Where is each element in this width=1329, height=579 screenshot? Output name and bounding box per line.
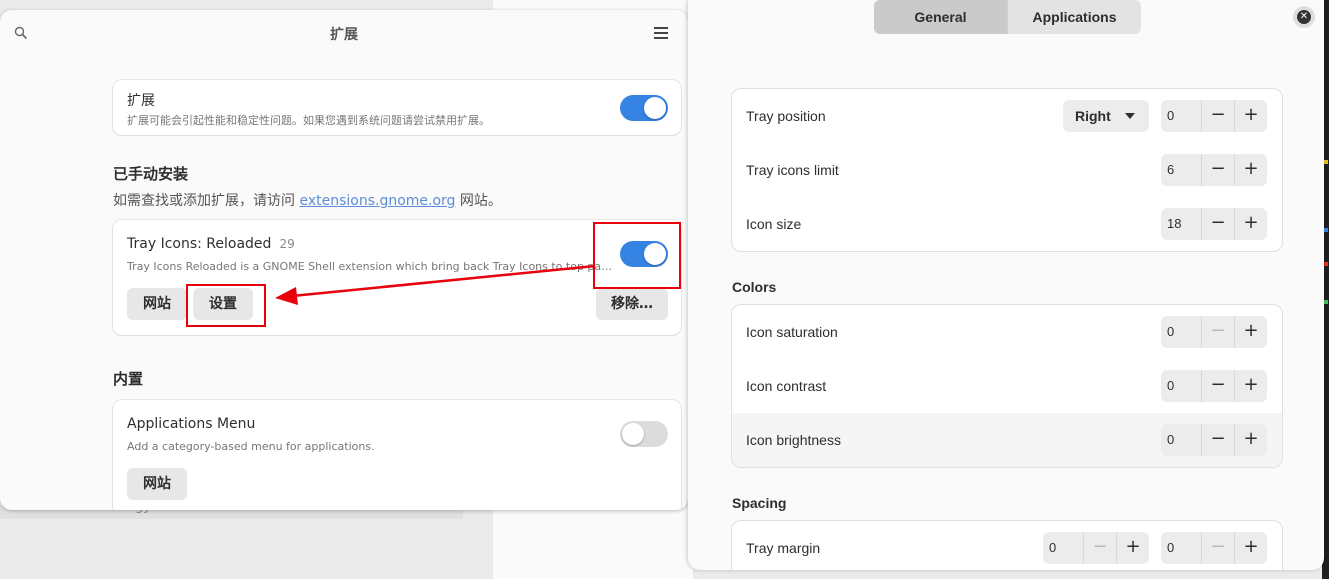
spacing-group: Tray margin 0 − + 0 − + bbox=[732, 521, 1282, 570]
manual-section-hint: 如需查找或添加扩展，请访问 extensions.gnome.org 网站。 bbox=[113, 190, 502, 210]
row-icon-saturation: Icon saturation 0 − + bbox=[732, 305, 1282, 359]
increment-button[interactable]: + bbox=[1234, 370, 1267, 402]
spin-value[interactable]: 0 bbox=[1043, 532, 1083, 564]
chevron-down-icon bbox=[1125, 113, 1135, 119]
extension-description: Add a category-based menu for applicatio… bbox=[127, 440, 375, 453]
decrement-button[interactable]: − bbox=[1201, 424, 1234, 456]
increment-button[interactable]: + bbox=[1234, 424, 1267, 456]
decrement-button[interactable]: − bbox=[1201, 208, 1234, 240]
decrement-button[interactable]: − bbox=[1201, 532, 1234, 564]
row-label: Icon brightness bbox=[746, 432, 841, 448]
general-group: Tray position Right 0 − + Tray icons lim… bbox=[732, 89, 1282, 251]
extension-version: 29 bbox=[279, 237, 295, 251]
increment-button[interactable]: + bbox=[1234, 532, 1267, 564]
increment-button[interactable]: + bbox=[1234, 208, 1267, 240]
row-icon-contrast: Icon contrast 0 − + bbox=[732, 359, 1282, 413]
row-label: Icon contrast bbox=[746, 378, 827, 394]
row-icon-size: Icon size 18 − + bbox=[732, 197, 1282, 251]
hint-suffix: 网站。 bbox=[459, 193, 502, 209]
annotation-box-switch bbox=[593, 222, 681, 289]
close-icon: ✕ bbox=[1297, 10, 1311, 24]
website-button[interactable]: 网站 bbox=[127, 468, 187, 500]
row-label: Icon saturation bbox=[746, 324, 838, 340]
spacing-group-title: Spacing bbox=[732, 495, 787, 511]
preferences-window: General Applications ✕ Tray position Rig… bbox=[688, 0, 1324, 570]
icon-saturation-spin[interactable]: 0 − + bbox=[1161, 316, 1267, 348]
increment-button[interactable]: + bbox=[1116, 532, 1149, 564]
decrement-button[interactable]: − bbox=[1201, 370, 1234, 402]
row-tray-margin: Tray margin 0 − + 0 − + bbox=[732, 521, 1282, 570]
manual-section-heading: 已手动安装 bbox=[113, 165, 189, 183]
tray-position-spin[interactable]: 0 − + bbox=[1161, 100, 1267, 132]
icon-size-spin[interactable]: 18 − + bbox=[1161, 208, 1267, 240]
extensions-master-switch[interactable] bbox=[620, 95, 668, 121]
remove-button[interactable]: 移除… bbox=[596, 288, 668, 320]
annotation-box-settings bbox=[186, 284, 266, 327]
icon-contrast-spin[interactable]: 0 − + bbox=[1161, 370, 1267, 402]
spin-value[interactable]: 0 bbox=[1161, 532, 1201, 564]
increment-button[interactable]: + bbox=[1234, 316, 1267, 348]
header-bar: 扩展 bbox=[0, 10, 688, 56]
extension-name: Applications Menu bbox=[127, 416, 256, 432]
spin-value[interactable]: 0 bbox=[1161, 370, 1201, 402]
colors-group-title: Colors bbox=[732, 279, 777, 295]
icon-brightness-spin[interactable]: 0 − + bbox=[1161, 424, 1267, 456]
row-label: Tray position bbox=[746, 108, 826, 124]
increment-button[interactable]: + bbox=[1234, 154, 1267, 186]
spin-value[interactable]: 0 bbox=[1161, 424, 1201, 456]
hamburger-menu-icon[interactable] bbox=[654, 27, 668, 39]
extension-name: Tray Icons: Reloaded 29 bbox=[127, 236, 295, 252]
row-label: Tray margin bbox=[746, 540, 821, 556]
decrement-button[interactable]: − bbox=[1083, 532, 1116, 564]
window-title: 扩展 bbox=[330, 27, 358, 43]
decrement-button[interactable]: − bbox=[1201, 316, 1234, 348]
row-tray-position: Tray position Right 0 − + bbox=[732, 89, 1282, 143]
row-tray-icons-limit: Tray icons limit 6 − + bbox=[732, 143, 1282, 197]
extensions-master-card: 扩展 扩展可能会引起性能和稳定性问题。如果您遇到系统问题请尝试禁用扩展。 bbox=[113, 80, 681, 135]
row-label: Icon size bbox=[746, 216, 802, 232]
hint-prefix: 如需查找或添加扩展，请访问 bbox=[113, 193, 295, 209]
colors-group: Icon saturation 0 − + Icon contrast 0 − … bbox=[732, 305, 1282, 467]
tray-margin-right-spin[interactable]: 0 − + bbox=[1161, 532, 1267, 564]
increment-button[interactable]: + bbox=[1234, 100, 1267, 132]
dropdown-value: Right bbox=[1075, 108, 1111, 124]
close-button[interactable]: ✕ bbox=[1293, 6, 1315, 28]
view-switcher: General Applications bbox=[874, 0, 1141, 34]
spin-value[interactable]: 0 bbox=[1161, 316, 1201, 348]
spin-value[interactable]: 6 bbox=[1161, 154, 1201, 186]
spin-value[interactable]: 0 bbox=[1161, 100, 1201, 132]
website-button[interactable]: 网站 bbox=[127, 288, 187, 320]
tray-position-dropdown[interactable]: Right bbox=[1063, 100, 1149, 132]
extensions-site-link[interactable]: extensions.gnome.org bbox=[299, 193, 455, 209]
card-title: 扩展 bbox=[127, 93, 155, 109]
decrement-button[interactable]: − bbox=[1201, 154, 1234, 186]
card-subtitle: 扩展可能会引起性能和稳定性问题。如果您遇到系统问题请尝试禁用扩展。 bbox=[127, 114, 490, 127]
tab-general[interactable]: General bbox=[874, 0, 1007, 34]
builtin-section-heading: 内置 bbox=[113, 370, 144, 388]
row-label: Tray icons limit bbox=[746, 162, 839, 178]
extension-card-applications-menu: Applications Menu Add a category-based m… bbox=[113, 400, 681, 510]
decrement-button[interactable]: − bbox=[1201, 100, 1234, 132]
annotation-arrow bbox=[275, 264, 596, 305]
tray-margin-left-spin[interactable]: 0 − + bbox=[1043, 532, 1149, 564]
extension-enable-switch[interactable] bbox=[620, 421, 668, 447]
row-icon-brightness: Icon brightness 0 − + bbox=[732, 413, 1282, 467]
extension-name-text: Tray Icons: Reloaded bbox=[127, 236, 272, 252]
tray-icons-limit-spin[interactable]: 6 − + bbox=[1161, 154, 1267, 186]
tab-applications[interactable]: Applications bbox=[1007, 0, 1141, 34]
spin-value[interactable]: 18 bbox=[1161, 208, 1201, 240]
